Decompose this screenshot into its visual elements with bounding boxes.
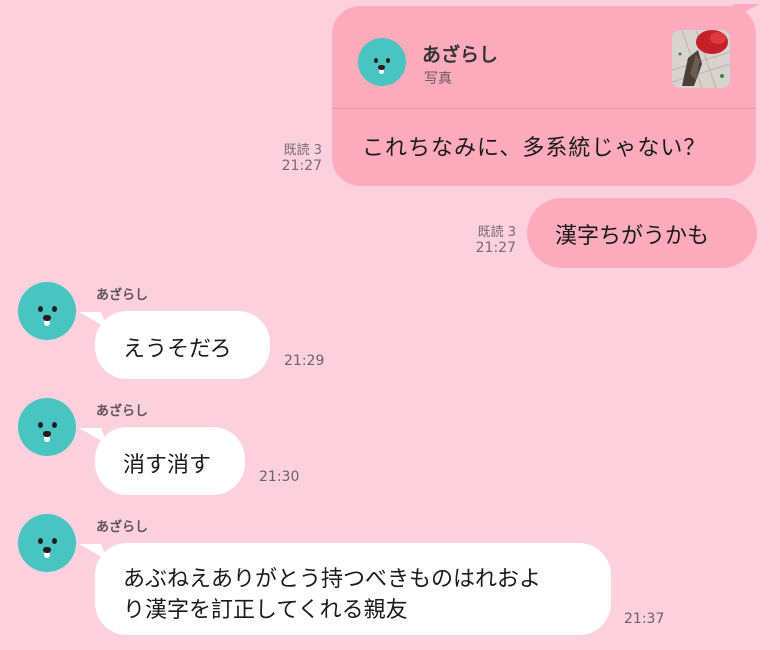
message-text-line-1: あぶねえありがとう持つべきものはれおよ [123, 567, 542, 592]
seal-icon[interactable] [18, 398, 76, 456]
message-text: 漢字ちがうかも [555, 224, 710, 249]
sender-name: あざらし [96, 520, 149, 535]
message-timestamp: 21:27 [475, 240, 516, 256]
photo-thumbnail[interactable] [672, 30, 730, 88]
outgoing-message-bubble[interactable]: 漢字ちがうかも [527, 198, 757, 268]
incoming-message-bubble[interactable]: あぶねえありがとう持つべきものはれおよ り漢字を訂正してくれる親友 [95, 543, 611, 635]
seal-icon [358, 38, 406, 86]
message-timestamp: 21:37 [624, 611, 665, 627]
quoted-message-type: 写真 [424, 71, 452, 87]
quoted-sender-name: あざらし [422, 44, 499, 66]
message-text-line-2: り漢字を訂正してくれる親友 [123, 598, 408, 623]
reply-message-bubble[interactable]: あざらし 写真 これちなみに、多系統じゃない？ [332, 6, 756, 186]
seal-icon[interactable] [18, 514, 76, 572]
message-timestamp: 21:29 [284, 353, 325, 369]
read-receipt: 既読 3 [477, 225, 516, 240]
read-receipt: 既読 3 [283, 143, 322, 158]
sender-name: あざらし [96, 404, 149, 419]
message-text: 消す消す [123, 453, 212, 478]
sender-name: あざらし [96, 288, 149, 303]
quoted-message[interactable]: あざらし 写真 [332, 6, 756, 108]
seal-icon[interactable] [18, 282, 76, 340]
message-timestamp: 21:30 [259, 469, 300, 485]
divider [332, 108, 756, 109]
incoming-message-bubble[interactable]: 消す消す [95, 427, 245, 495]
message-text: これちなみに、多系統じゃない？ [362, 136, 707, 161]
message-text: えうそだろ [123, 337, 232, 362]
message-timestamp: 21:27 [281, 158, 322, 174]
incoming-message-bubble[interactable]: えうそだろ [95, 311, 270, 379]
